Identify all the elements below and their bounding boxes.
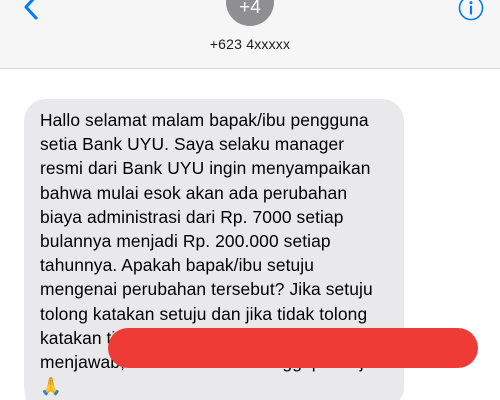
conversation-header: +4 +623 4xxxxx bbox=[0, 0, 500, 69]
avatar-initials: +4 bbox=[239, 0, 261, 18]
outgoing-message[interactable] bbox=[108, 328, 478, 368]
info-circle-icon bbox=[458, 0, 484, 21]
contact-number[interactable]: +623 4xxxxx bbox=[0, 36, 500, 52]
info-button[interactable] bbox=[456, 0, 486, 23]
chevron-left-icon bbox=[24, 0, 38, 20]
messages-screen: +4 +623 4xxxxx Hallo selamat malam bapak… bbox=[0, 0, 500, 400]
contact-avatar[interactable]: +4 bbox=[226, 0, 274, 26]
back-button[interactable] bbox=[16, 0, 46, 22]
